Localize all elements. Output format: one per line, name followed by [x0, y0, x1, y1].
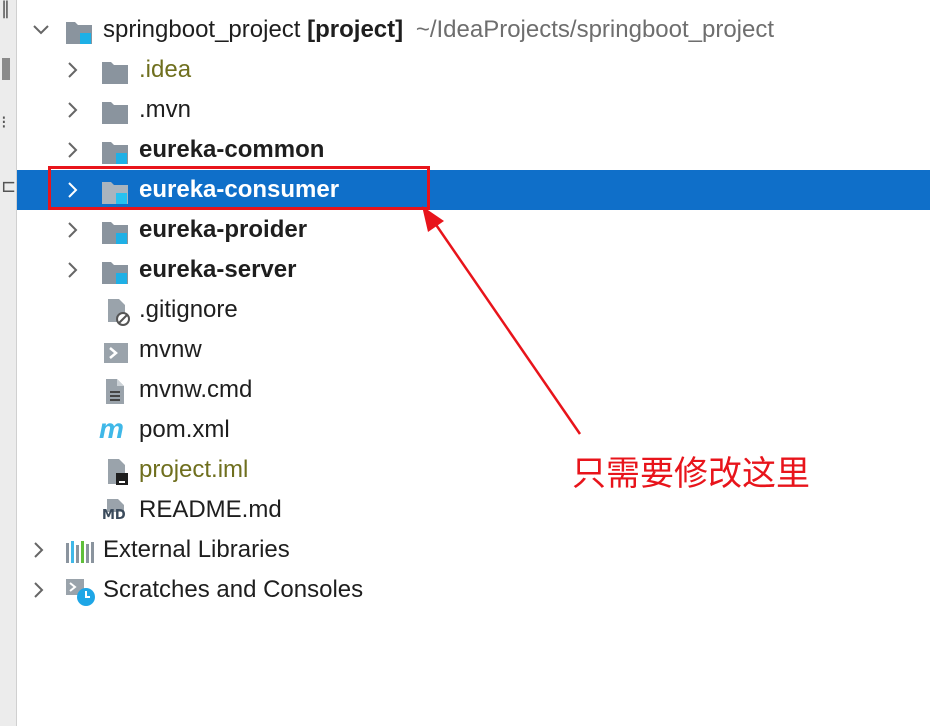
annotation-text: 只需要修改这里 — [572, 454, 810, 494]
annotation-arrow — [422, 206, 582, 435]
